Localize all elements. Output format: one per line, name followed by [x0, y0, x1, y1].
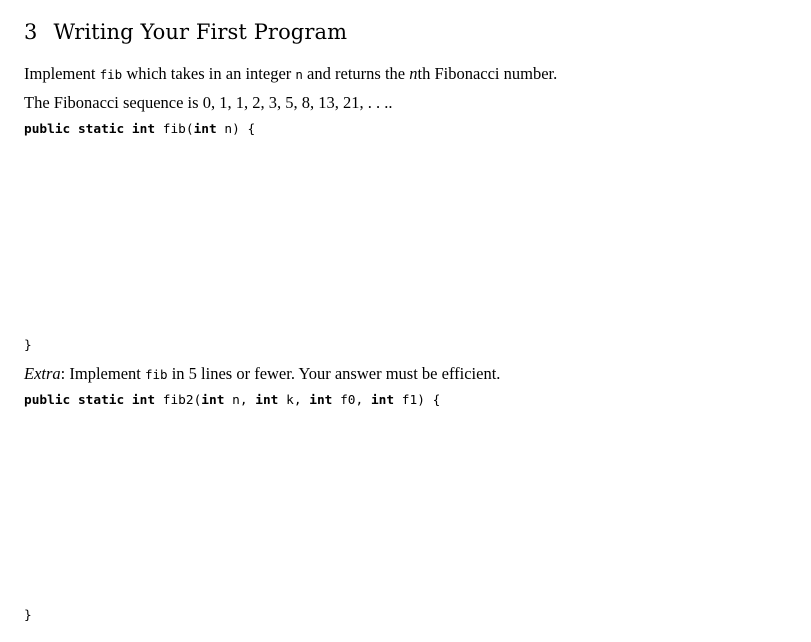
section-heading: 3 Writing Your First Program — [24, 16, 347, 48]
intro-nth-suffix: th Fibonacci number. — [417, 64, 558, 83]
fib-answer-space[interactable] — [24, 142, 764, 332]
intro-implement: Implement — [24, 64, 96, 83]
kw-public: public — [24, 122, 71, 137]
fib2-signature: public static int fib2(int n, int k, int… — [24, 392, 440, 410]
fib-closing-brace: } — [24, 338, 32, 353]
worksheet-page: 3 Writing Your First Program Implement fi… — [24, 0, 794, 642]
intro-n-code: n — [295, 67, 303, 82]
fib-method-name: fib( — [162, 122, 194, 137]
intro-paragraph: Implement fib which takes in an integer … — [24, 63, 557, 86]
fib2-p4-name: f1) { — [401, 393, 441, 408]
section-number: 3 — [24, 20, 38, 44]
fib-param-rest: n) { — [224, 122, 256, 137]
fib-signature: public static int fib(int n) { — [24, 121, 255, 139]
intro-fib-code: fib — [99, 67, 123, 82]
kw-p2-int: int — [255, 393, 279, 408]
extra-implement: Implement — [69, 364, 141, 383]
fib2-answer-space[interactable] — [24, 413, 764, 603]
fibonacci-sequence-line: The Fibonacci sequence is 0, 1, 1, 2, 3,… — [24, 93, 393, 112]
extra-fib-code: fib — [145, 367, 168, 382]
fib2-closing-brace: } — [24, 608, 32, 623]
kw-int: int — [131, 122, 156, 137]
kw-int-2: int — [131, 393, 156, 408]
fib2-method-name: fib2( — [162, 393, 202, 408]
kw-p1-int: int — [201, 393, 225, 408]
kw-p4-int: int — [370, 393, 395, 408]
extra-paragraph: Extra: Implement fib in 5 lines or fewer… — [24, 363, 500, 386]
extra-label: Extra — [24, 364, 61, 383]
kw-static-2: static — [77, 393, 125, 408]
kw-p3-int: int — [309, 393, 333, 408]
fib2-p3-name: f0, — [340, 393, 364, 408]
fib2-p1-name: n, — [232, 393, 248, 408]
fib2-p2-name: k, — [286, 393, 302, 408]
intro-returns-text: and returns the — [307, 64, 406, 83]
kw-static: static — [77, 122, 125, 137]
intro-which-text: which takes in an integer — [126, 64, 292, 83]
extra-colon: : — [60, 364, 66, 383]
kw-public-2: public — [24, 393, 71, 408]
section-title: Writing Your First Program — [53, 20, 348, 44]
kw-param-int: int — [193, 122, 217, 137]
extra-rest-text: in 5 lines or fewer. Your answer must be… — [171, 364, 501, 383]
